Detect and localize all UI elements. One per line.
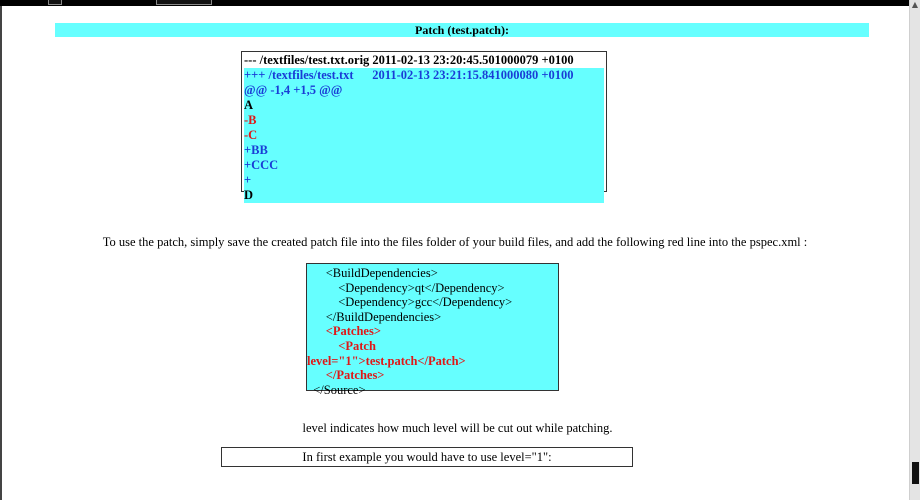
xml-line: </BuildDependencies> <box>307 309 442 324</box>
patch-line: D <box>244 188 604 203</box>
patch-line: +BB <box>244 143 604 158</box>
level-explanation: level indicates how much level will be c… <box>302 421 613 435</box>
patch-line: A <box>244 98 604 113</box>
patch-line: --- /textfiles/test.txt.orig 2011-02-13 … <box>244 53 574 67</box>
toolbar-tab[interactable] <box>156 0 212 5</box>
xml-line: <BuildDependencies> <box>307 266 438 280</box>
scrollbar-thumb[interactable] <box>912 462 919 484</box>
patch-content-box: --- /textfiles/test.txt.orig 2011-02-13 … <box>241 51 607 203</box>
patch-line: +CCC <box>244 158 604 173</box>
toolbar-button[interactable] <box>48 0 62 5</box>
xml-line: <Patches> <box>307 324 381 339</box>
example-note-box: In first example you would have to use l… <box>221 447 633 467</box>
patch-line: -B <box>244 113 604 128</box>
xml-line: </Source> <box>307 382 366 397</box>
instruction-paragraph: To use the patch, simply save the create… <box>102 235 808 249</box>
scroll-up-arrow-icon[interactable]: ▲ <box>911 1 919 9</box>
patch-line: +++ /textfiles/test.txt 2011-02-13 23:21… <box>244 68 604 83</box>
xml-line: <Dependency>qt</Dependency> <box>307 280 505 295</box>
patch-title: Patch (test.patch): <box>55 23 869 37</box>
xml-line: <Patch <box>307 338 376 353</box>
browser-top-bar <box>0 0 920 6</box>
patch-line: + <box>244 173 604 188</box>
patch-line: -C <box>244 128 604 143</box>
xml-line: </Patches> <box>307 368 385 383</box>
xml-line: level="1">test.patch</Patch> <box>307 353 466 368</box>
patch-line: @@ -1,4 +1,5 @@ <box>244 83 604 98</box>
pspec-xml-snippet: <BuildDependencies> <Dependency>qt</Depe… <box>306 263 559 397</box>
xml-line: <Dependency>gcc</Dependency> <box>307 295 513 310</box>
